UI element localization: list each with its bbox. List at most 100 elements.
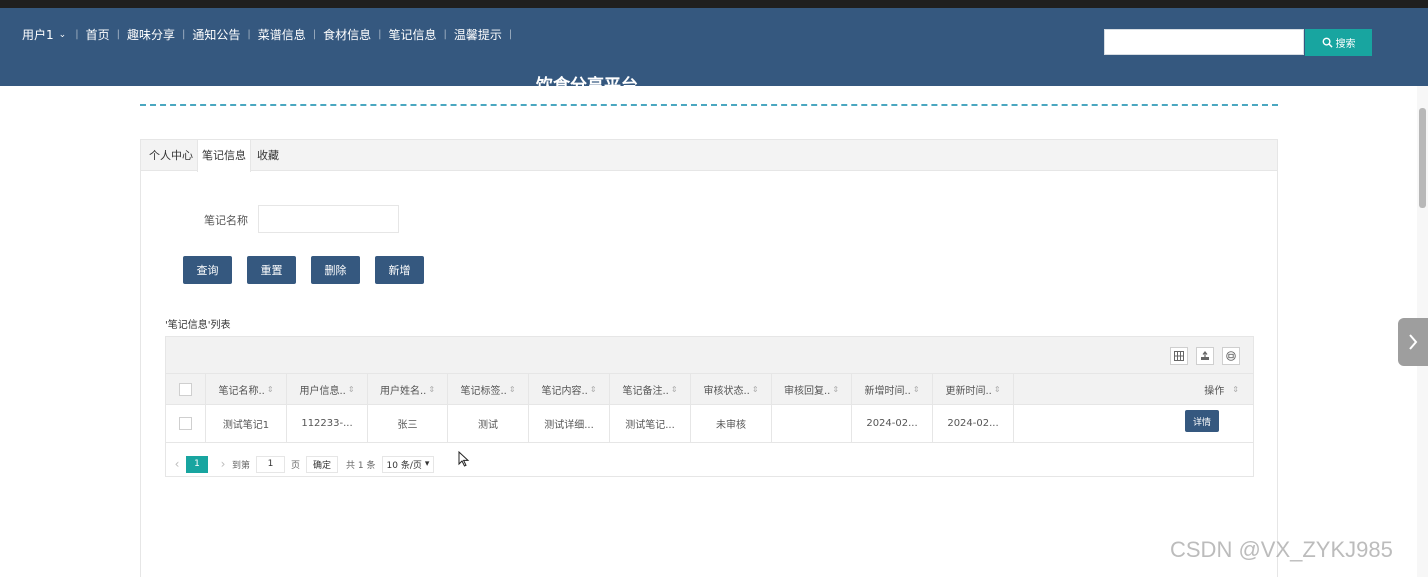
sort-icon: ⇕ <box>993 384 1001 394</box>
scrollbar-thumb[interactable] <box>1419 108 1426 208</box>
table-cell: 测试笔记1 <box>206 405 287 442</box>
table-cell: 112233-... <box>287 405 368 442</box>
goto-suffix: 页 <box>291 460 301 471</box>
add-button[interactable]: 新增 <box>375 256 424 284</box>
column-header[interactable]: 笔记备注.. ⇕ <box>610 374 691 404</box>
select-all-cell <box>166 374 206 404</box>
sort-icon: ⇕ <box>589 384 597 394</box>
sort-icon: ⇕ <box>832 384 840 394</box>
column-header[interactable]: 审核状态.. ⇕ <box>691 374 772 404</box>
goto-confirm-button[interactable]: 确定 <box>306 455 339 473</box>
pagination: ‹ 1 › 到第 1 页 确定 共 1 条 10 条/页 ▾ <box>166 451 1253 477</box>
chevron-down-icon: ⌄ <box>58 29 67 40</box>
nav-item-tips[interactable]: 温馨提示 <box>448 26 508 43</box>
prev-page-icon[interactable]: ‹ <box>168 457 186 471</box>
table-row: 测试笔记1 112233-... 张三 测试 测试详细... 测试笔记... 未… <box>166 405 1253 443</box>
column-header[interactable]: 审核回复.. ⇕ <box>772 374 852 404</box>
detail-button[interactable]: 详情 <box>1185 410 1219 432</box>
column-header-label: 笔记内容.. <box>541 385 588 397</box>
sort-icon: ⇕ <box>428 384 436 394</box>
search-icon <box>1322 37 1333 48</box>
dashed-divider <box>140 104 1278 106</box>
reset-button[interactable]: 重置 <box>247 256 296 284</box>
table-cell: 测试笔记... <box>610 405 691 442</box>
window-top-strip <box>0 0 1428 8</box>
query-button[interactable]: 查询 <box>183 256 232 284</box>
nav-item-recipes[interactable]: 菜谱信息 <box>252 26 312 43</box>
watermark: CSDN @VX_ZYKJ985 <box>1170 537 1393 562</box>
column-header[interactable]: 用户信息.. ⇕ <box>287 374 368 404</box>
chevron-down-icon: ▾ <box>424 459 430 469</box>
sort-icon: ⇕ <box>347 384 355 394</box>
table-cell: 测试 <box>448 405 529 442</box>
nav-item-ingredients[interactable]: 食材信息 <box>317 26 377 43</box>
column-header[interactable]: 更新时间.. ⇕ <box>933 374 1014 404</box>
column-header-label: 操作 <box>1204 385 1225 397</box>
header-bar: 用户1 ⌄ | 首页 | 趣味分享 | 通知公告 | 菜谱信息 | 食材信息 |… <box>0 8 1428 96</box>
page-number-current[interactable]: 1 <box>186 455 208 473</box>
tab-personal-center[interactable]: 个人中心 <box>145 140 197 171</box>
sort-icon: ⇕ <box>1232 384 1239 394</box>
column-header-label: 审核回复.. <box>783 385 831 397</box>
goto-page-input[interactable]: 1 <box>256 455 286 473</box>
table-cell <box>772 405 852 442</box>
nav-item-announcements[interactable]: 通知公告 <box>186 26 246 43</box>
total-count: 共 1 条 <box>346 460 376 471</box>
column-header-label: 用户姓名.. <box>379 385 427 397</box>
sort-icon: ⇕ <box>266 384 274 394</box>
column-header[interactable]: 新增时间.. ⇕ <box>852 374 933 404</box>
notes-table: 笔记名称.. ⇕ 用户信息.. ⇕ 用户姓名.. ⇕ 笔记标签.. ⇕ 笔记内容.. ⇕ … <box>165 336 1254 477</box>
table-cell: 测试详细... <box>529 405 610 442</box>
table-header-row: 笔记名称.. ⇕ 用户信息.. ⇕ 用户姓名.. ⇕ 笔记标签.. ⇕ 笔记内容.. ⇕ … <box>166 374 1253 405</box>
chevron-right-icon <box>1409 334 1418 350</box>
column-header-label: 新增时间.. <box>864 385 911 397</box>
sort-icon: ⇕ <box>912 384 920 394</box>
column-header-label: 用户信息.. <box>299 385 346 397</box>
table-cell: 张三 <box>368 405 448 442</box>
nav-separator: | <box>508 29 513 40</box>
print-icon[interactable] <box>1222 347 1240 365</box>
search-input[interactable] <box>1104 29 1304 55</box>
tab-notes[interactable]: 笔记信息 <box>197 140 251 172</box>
tab-favorites[interactable]: 收藏 <box>253 140 283 171</box>
search-button[interactable]: 搜索 <box>1305 29 1372 56</box>
export-icon[interactable] <box>1196 347 1214 365</box>
user-menu[interactable]: 用户1 ⌄ <box>14 26 74 43</box>
content-panel: 个人中心 笔记信息 收藏 笔记名称 查询 重置 删除 新增 '笔记信息'列表 笔… <box>140 139 1278 577</box>
page-size-label: 10 条/页 <box>386 460 422 471</box>
note-name-input[interactable] <box>258 205 399 233</box>
column-header-label: 笔记名称.. <box>218 385 265 397</box>
user-menu-label: 用户1 <box>22 28 54 42</box>
column-header-label: 审核状态.. <box>703 385 750 397</box>
columns-filter-icon[interactable] <box>1170 347 1188 365</box>
nav-item-fun-share[interactable]: 趣味分享 <box>121 26 181 43</box>
note-name-label: 笔记名称 <box>204 214 248 227</box>
table-toolbar <box>166 337 1253 374</box>
row-checkbox[interactable] <box>179 417 192 430</box>
table-cell: 2024-02... <box>933 405 1014 442</box>
column-header[interactable]: 笔记名称.. ⇕ <box>206 374 287 404</box>
sort-icon: ⇕ <box>508 384 516 394</box>
sort-icon: ⇕ <box>670 384 678 394</box>
mouse-cursor-icon <box>458 451 470 467</box>
delete-button[interactable]: 删除 <box>311 256 360 284</box>
column-header-label: 笔记备注.. <box>622 385 669 397</box>
side-expand-button[interactable] <box>1398 318 1428 366</box>
search-button-label: 搜索 <box>1335 39 1356 50</box>
top-nav: 用户1 ⌄ | 首页 | 趣味分享 | 通知公告 | 菜谱信息 | 食材信息 |… <box>14 26 513 43</box>
nav-item-notes[interactable]: 笔记信息 <box>383 26 443 43</box>
column-header[interactable]: 用户姓名.. ⇕ <box>368 374 448 404</box>
column-header[interactable]: 笔记标签.. ⇕ <box>448 374 529 404</box>
sort-icon: ⇕ <box>751 384 759 394</box>
next-page-icon[interactable]: › <box>214 457 232 471</box>
goto-prefix: 到第 <box>232 460 251 471</box>
select-all-checkbox[interactable] <box>179 382 192 396</box>
nav-item-home[interactable]: 首页 <box>80 26 116 43</box>
column-header-actions[interactable]: 操作 ⇕ <box>1014 374 1253 404</box>
tab-bar: 个人中心 笔记信息 收藏 <box>141 140 1277 172</box>
table-cell: 未审核 <box>691 405 772 442</box>
page-size-select[interactable]: 10 条/页 ▾ <box>381 455 435 473</box>
table-cell: 2024-02... <box>852 405 933 442</box>
column-header[interactable]: 笔记内容.. ⇕ <box>529 374 610 404</box>
list-title: '笔记信息'列表 <box>165 320 231 331</box>
